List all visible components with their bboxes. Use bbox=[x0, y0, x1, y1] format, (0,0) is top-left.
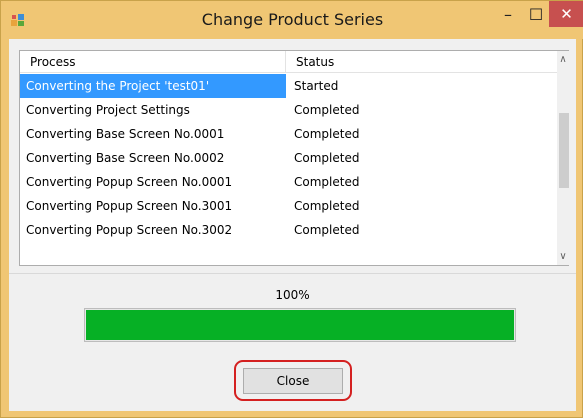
table-row[interactable]: Converting Popup Screen No.3001 Completed bbox=[20, 194, 557, 218]
minimize-icon[interactable]: – bbox=[495, 1, 521, 27]
progress-bar bbox=[84, 308, 516, 342]
close-button[interactable]: Close bbox=[243, 368, 343, 394]
dialog-window: Change Product Series – ☐ ✕ Process Stat… bbox=[0, 0, 583, 418]
status-cell: Completed bbox=[294, 127, 360, 141]
process-cell: Converting Base Screen No.0002 bbox=[26, 151, 225, 165]
list-rows: Converting the Project 'test01' Started Co… bbox=[20, 74, 557, 242]
process-list[interactable]: Process Status Converting the Project 't… bbox=[19, 50, 569, 266]
table-row[interactable]: Converting Popup Screen No.0001 Completed bbox=[20, 170, 557, 194]
progress-fill bbox=[86, 310, 514, 340]
maximize-icon[interactable]: ☐ bbox=[523, 1, 549, 27]
column-header-process[interactable]: Process bbox=[20, 51, 286, 73]
list-header: Process Status bbox=[20, 51, 557, 73]
vertical-scrollbar[interactable]: ∧ ∨ bbox=[557, 51, 569, 265]
table-row[interactable]: Converting Base Screen No.0001 Completed bbox=[20, 122, 557, 146]
status-cell: Completed bbox=[294, 199, 360, 213]
status-cell: Completed bbox=[294, 175, 360, 189]
status-cell: Started bbox=[294, 79, 339, 93]
status-cell: Completed bbox=[294, 103, 360, 117]
process-cell: Converting Popup Screen No.3001 bbox=[26, 199, 233, 213]
process-cell: Converting the Project 'test01' bbox=[20, 74, 286, 98]
progress-percent: 100% bbox=[275, 288, 310, 302]
scroll-thumb[interactable] bbox=[559, 113, 569, 188]
process-cell: Converting Base Screen No.0001 bbox=[26, 127, 225, 141]
close-icon[interactable]: ✕ bbox=[549, 1, 583, 27]
status-cell: Completed bbox=[294, 151, 360, 165]
process-cell: Converting Project Settings bbox=[26, 103, 190, 117]
scroll-down-icon[interactable]: ∨ bbox=[557, 248, 569, 265]
separator bbox=[9, 273, 576, 274]
table-row[interactable]: Converting Popup Screen No.3002 Completed bbox=[20, 218, 557, 242]
title-bar[interactable]: Change Product Series – ☐ ✕ bbox=[1, 1, 583, 39]
process-cell: Converting Popup Screen No.0001 bbox=[26, 175, 233, 189]
dialog-body: Process Status Converting the Project 't… bbox=[9, 39, 576, 411]
column-header-status[interactable]: Status bbox=[286, 51, 557, 73]
table-row[interactable]: Converting the Project 'test01' Started bbox=[20, 74, 557, 98]
table-row[interactable]: Converting Project Settings Completed bbox=[20, 98, 557, 122]
table-row[interactable]: Converting Base Screen No.0002 Completed bbox=[20, 146, 557, 170]
process-cell: Converting Popup Screen No.3002 bbox=[26, 223, 233, 237]
scroll-up-icon[interactable]: ∧ bbox=[557, 51, 569, 68]
status-cell: Completed bbox=[294, 223, 360, 237]
